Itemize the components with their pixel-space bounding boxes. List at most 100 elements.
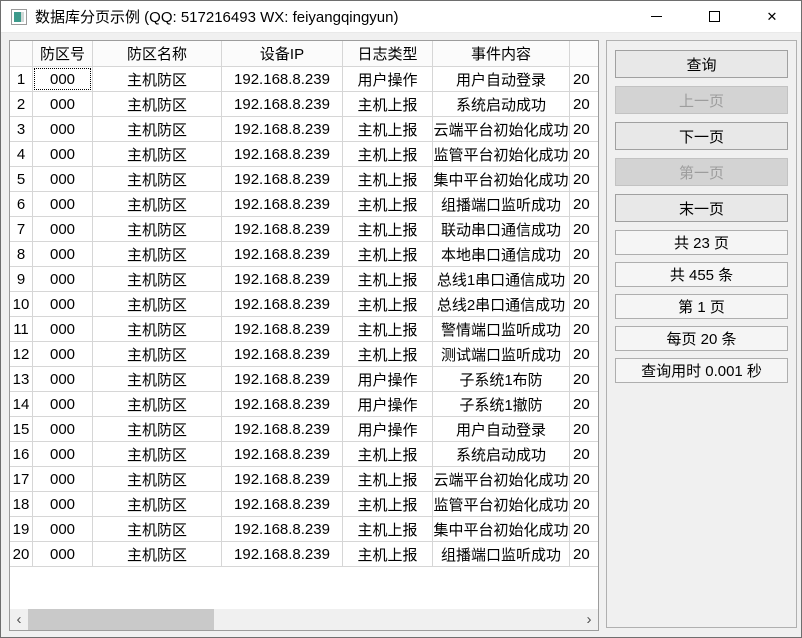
cell-device-ip[interactable]: 192.168.8.239: [222, 242, 343, 267]
cell-event[interactable]: 子系统1布防: [433, 367, 570, 392]
cell-event[interactable]: 总线1串口通信成功: [433, 267, 570, 292]
cell-log-type[interactable]: 主机上报: [343, 467, 433, 492]
cell-zone[interactable]: 000: [33, 142, 93, 167]
cell-event[interactable]: 测试端口监听成功: [433, 342, 570, 367]
cell-log-type[interactable]: 主机上报: [343, 142, 433, 167]
cell-log-type[interactable]: 主机上报: [343, 92, 433, 117]
cell-zone[interactable]: 000: [33, 292, 93, 317]
cell-zone[interactable]: 000: [33, 442, 93, 467]
cell-log-type[interactable]: 主机上报: [343, 442, 433, 467]
cell-time[interactable]: 20: [570, 292, 598, 317]
cell-time[interactable]: 20: [570, 242, 598, 267]
cell-zone-name[interactable]: 主机防区: [93, 217, 222, 242]
cell-zone[interactable]: 000: [33, 217, 93, 242]
cell-time[interactable]: 20: [570, 217, 598, 242]
scroll-right-arrow-icon[interactable]: ›: [580, 609, 598, 630]
cell-log-type[interactable]: 主机上报: [343, 117, 433, 142]
cell-device-ip[interactable]: 192.168.8.239: [222, 267, 343, 292]
cell-log-type[interactable]: 主机上报: [343, 192, 433, 217]
cell-log-type[interactable]: 主机上报: [343, 242, 433, 267]
cell-event[interactable]: 系统启动成功: [433, 442, 570, 467]
cell-device-ip[interactable]: 192.168.8.239: [222, 467, 343, 492]
row-header[interactable]: 13: [10, 367, 33, 392]
row-header[interactable]: 14: [10, 392, 33, 417]
cell-zone-name[interactable]: 主机防区: [93, 392, 222, 417]
cell-device-ip[interactable]: 192.168.8.239: [222, 492, 343, 517]
first-page-button[interactable]: 第一页: [615, 158, 788, 186]
cell-event[interactable]: 组播端口监听成功: [433, 192, 570, 217]
cell-event[interactable]: 集中平台初始化成功: [433, 517, 570, 542]
scrollbar-thumb[interactable]: [28, 609, 214, 630]
row-header[interactable]: 6: [10, 192, 33, 217]
row-header[interactable]: 5: [10, 167, 33, 192]
column-header[interactable]: [570, 41, 598, 67]
cell-log-type[interactable]: 用户操作: [343, 392, 433, 417]
cell-log-type[interactable]: 主机上报: [343, 217, 433, 242]
cell-zone-name[interactable]: 主机防区: [93, 517, 222, 542]
cell-device-ip[interactable]: 192.168.8.239: [222, 67, 343, 92]
cell-zone-name[interactable]: 主机防区: [93, 442, 222, 467]
column-header[interactable]: 事件内容: [433, 41, 570, 67]
cell-zone-name[interactable]: 主机防区: [93, 67, 222, 92]
row-header[interactable]: 15: [10, 417, 33, 442]
scroll-left-arrow-icon[interactable]: ‹: [10, 609, 28, 630]
cell-zone[interactable]: 000: [33, 267, 93, 292]
cell-time[interactable]: 20: [570, 417, 598, 442]
row-header[interactable]: 2: [10, 92, 33, 117]
scrollbar-track[interactable]: [28, 609, 580, 630]
row-header[interactable]: 7: [10, 217, 33, 242]
cell-event[interactable]: 监管平台初始化成功: [433, 142, 570, 167]
cell-log-type[interactable]: 主机上报: [343, 292, 433, 317]
cell-device-ip[interactable]: 192.168.8.239: [222, 442, 343, 467]
cell-device-ip[interactable]: 192.168.8.239: [222, 317, 343, 342]
cell-zone[interactable]: 000: [33, 542, 93, 567]
last-page-button[interactable]: 末一页: [615, 194, 788, 222]
cell-time[interactable]: 20: [570, 442, 598, 467]
cell-log-type[interactable]: 用户操作: [343, 367, 433, 392]
row-header[interactable]: 1: [10, 67, 33, 92]
cell-device-ip[interactable]: 192.168.8.239: [222, 167, 343, 192]
cell-zone[interactable]: 000: [33, 92, 93, 117]
cell-zone-name[interactable]: 主机防区: [93, 342, 222, 367]
cell-device-ip[interactable]: 192.168.8.239: [222, 542, 343, 567]
row-header[interactable]: 20: [10, 542, 33, 567]
cell-zone-name[interactable]: 主机防区: [93, 417, 222, 442]
cell-zone[interactable]: 000: [33, 367, 93, 392]
cell-event[interactable]: 联动串口通信成功: [433, 217, 570, 242]
cell-device-ip[interactable]: 192.168.8.239: [222, 117, 343, 142]
cell-event[interactable]: 监管平台初始化成功: [433, 492, 570, 517]
prev-page-button[interactable]: 上一页: [615, 86, 788, 114]
maximize-button[interactable]: [685, 1, 743, 33]
cell-log-type[interactable]: 主机上报: [343, 167, 433, 192]
cell-zone[interactable]: 000: [33, 392, 93, 417]
cell-log-type[interactable]: 用户操作: [343, 417, 433, 442]
close-button[interactable]: ✕: [743, 1, 801, 33]
row-header[interactable]: 16: [10, 442, 33, 467]
row-header[interactable]: 18: [10, 492, 33, 517]
cell-zone-name[interactable]: 主机防区: [93, 242, 222, 267]
cell-zone[interactable]: 000: [33, 467, 93, 492]
row-header[interactable]: 3: [10, 117, 33, 142]
cell-zone[interactable]: 000: [33, 117, 93, 142]
query-button[interactable]: 查询: [615, 50, 788, 78]
cell-time[interactable]: 20: [570, 92, 598, 117]
cell-zone-name[interactable]: 主机防区: [93, 167, 222, 192]
cell-zone-name[interactable]: 主机防区: [93, 192, 222, 217]
cell-device-ip[interactable]: 192.168.8.239: [222, 192, 343, 217]
cell-log-type[interactable]: 用户操作: [343, 67, 433, 92]
cell-zone[interactable]: 000: [33, 517, 93, 542]
cell-zone[interactable]: 000: [33, 192, 93, 217]
cell-log-type[interactable]: 主机上报: [343, 342, 433, 367]
cell-zone[interactable]: 000: [33, 417, 93, 442]
cell-time[interactable]: 20: [570, 67, 598, 92]
cell-zone-name[interactable]: 主机防区: [93, 92, 222, 117]
column-header[interactable]: [10, 41, 33, 67]
cell-event[interactable]: 系统启动成功: [433, 92, 570, 117]
cell-device-ip[interactable]: 192.168.8.239: [222, 92, 343, 117]
cell-time[interactable]: 20: [570, 167, 598, 192]
cell-zone-name[interactable]: 主机防区: [93, 142, 222, 167]
cell-time[interactable]: 20: [570, 117, 598, 142]
cell-zone-name[interactable]: 主机防区: [93, 367, 222, 392]
row-header[interactable]: 12: [10, 342, 33, 367]
cell-device-ip[interactable]: 192.168.8.239: [222, 517, 343, 542]
